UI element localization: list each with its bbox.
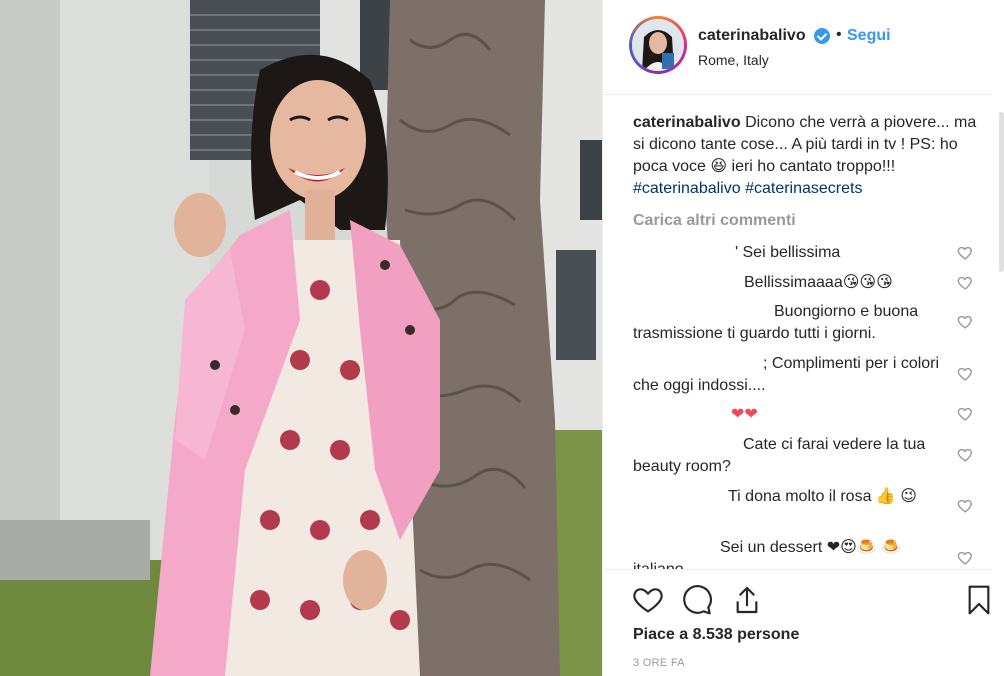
bookmark-icon[interactable] [963, 584, 995, 616]
separator-dot: • [836, 26, 842, 43]
comment-item: ❤❤ [731, 406, 758, 423]
post-caption: caterinabalivo Dicono che verrà a piover… [633, 112, 991, 200]
caption-username[interactable]: caterinabalivo [633, 114, 741, 131]
post-timestamp[interactable]: 3 ORE FA [633, 657, 685, 669]
likes-count: 8.538 [692, 626, 733, 643]
follow-button[interactable]: Segui [847, 27, 891, 45]
post-photo[interactable] [0, 0, 602, 676]
verified-badge-icon [814, 28, 830, 44]
comment-bubble-icon[interactable] [681, 584, 713, 616]
comment-item: Ti dona molto il rosa 👍 😉 [728, 488, 917, 505]
load-more-comments[interactable]: Carica altri commenti [633, 210, 796, 232]
story-ring[interactable] [629, 16, 687, 74]
comment-like-heart-icon[interactable] [957, 313, 974, 330]
comment-item: Bellissimaaaa😘😘😘 [744, 274, 893, 291]
comment-item: ; Complimenti per i colori che oggi indo… [633, 355, 940, 394]
comment-like-heart-icon[interactable] [957, 405, 974, 422]
comment-like-heart-icon[interactable] [957, 497, 974, 514]
caption-hashtags[interactable]: #caterinabalivo #caterinasecrets [633, 180, 862, 197]
post-header: caterinabalivo • Segui Rome, Italy [603, 0, 992, 95]
comments-list[interactable]: caterinabalivo Dicono che verrà a piover… [633, 112, 991, 569]
comment-item: Sei un dessert ❤😍🍮 🍮 italiano [633, 539, 902, 569]
likes-summary[interactable]: Piace a 8.538 persone [633, 626, 799, 644]
comment-like-heart-icon[interactable] [957, 274, 974, 291]
location-link[interactable]: Rome, Italy [698, 52, 769, 68]
header-username[interactable]: caterinabalivo [698, 27, 806, 45]
comment-item: Cate ci farai vedere la tua beauty room? [633, 436, 926, 475]
heart-icon[interactable] [632, 584, 664, 616]
comments-scrollbar[interactable] [999, 112, 1004, 272]
likes-suffix: persone [737, 626, 800, 643]
comment-like-heart-icon[interactable] [957, 549, 974, 566]
comment-item: Buongiorno e buona trasmissione ti guard… [633, 303, 919, 342]
avatar[interactable] [632, 19, 684, 71]
post-side-panel: caterinabalivo • Segui Rome, Italy cater… [602, 0, 1004, 676]
comment-item: ' Sei bellissima [735, 244, 841, 261]
comment-like-heart-icon[interactable] [957, 244, 974, 261]
comment-like-heart-icon[interactable] [957, 446, 974, 463]
share-icon[interactable] [731, 584, 763, 616]
likes-prefix: Piace a [633, 626, 689, 643]
photo-illustration [0, 0, 602, 676]
comment-like-heart-icon[interactable] [957, 365, 974, 382]
post-actions: Piace a 8.538 persone 3 ORE FA [603, 569, 992, 676]
